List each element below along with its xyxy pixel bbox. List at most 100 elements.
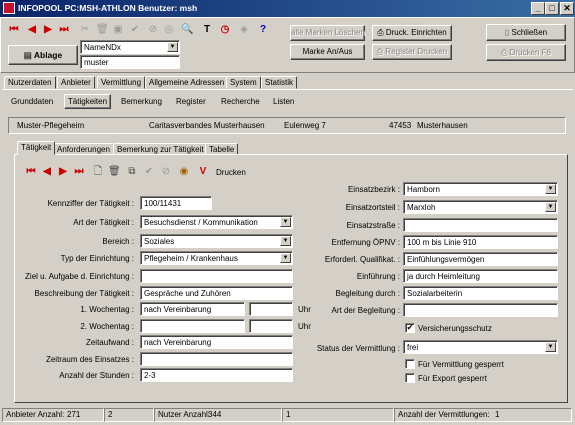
next-record-icon[interactable]: ▶ [57,166,69,178]
entfernung-field[interactable]: 100 m bis Linie 910 [403,235,558,249]
chevron-down-icon[interactable]: ▼ [280,236,291,246]
einsatzbezirk-combo[interactable]: Hamborn ▼ [403,182,558,196]
tab-allgemeine-adressen[interactable]: Allgemeine Adressen [145,76,229,89]
v-icon[interactable]: V [197,166,209,178]
kennziffer-field[interactable]: 100/11431 [140,196,212,210]
subtab-recherche[interactable]: Recherche [221,97,260,106]
drucken-f6-label: Drucken F6 [509,48,551,57]
first-record-icon[interactable]: ⏮ [8,24,20,36]
last-record-icon[interactable]: ⏭ [58,24,70,36]
address-org: Caritasverbandes Musterhausen [149,121,265,130]
typ-einrichtung-combo[interactable]: Pflegeheim / Krankenhaus ▼ [140,251,293,265]
paste-icon[interactable]: ▣ [112,24,124,36]
register-drucken-button[interactable]: ⎙ Register Drucken [372,44,452,60]
name-index-combo[interactable]: NameNDx ▼ [80,40,180,54]
zeitraum-field[interactable] [140,352,293,366]
subtab-taetigkeiten[interactable]: Tätigkeiten [64,94,111,109]
tab-taetigkeit[interactable]: Tätigkeit [17,141,56,155]
printer-icon: ⎙ [501,48,510,57]
search-input[interactable]: muster [80,55,180,69]
chevron-down-icon[interactable]: ▼ [545,202,556,212]
subtab-listen[interactable]: Listen [273,97,294,106]
first-record-icon[interactable]: ⏮ [25,166,37,178]
cut-icon[interactable]: ✂ [79,24,91,36]
cancel-icon[interactable]: ⊘ [160,166,172,178]
clock-icon[interactable]: ◷ [219,24,231,36]
ablage-button[interactable]: ▤ Ablage [8,45,78,65]
tab-nutzerdaten[interactable]: Nutzerdaten [4,76,56,89]
begleitung-durch-label: Begleitung durch : [335,289,401,298]
bereich-combo[interactable]: Soziales ▼ [140,234,293,248]
tab-anbieter[interactable]: Anbieter [57,76,95,89]
delete-icon[interactable]: 🗑 [108,166,121,178]
vermittlung-gesperrt-checkbox[interactable] [405,359,415,369]
minimize-button[interactable]: _ [531,2,545,15]
wochentag2-field[interactable] [140,319,245,333]
marke-an-aus-button[interactable]: Marke An/Aus [290,44,365,60]
check-icon[interactable]: ✔ [143,166,155,178]
stunden-field[interactable]: 2-3 [140,368,293,382]
export-gesperrt-checkbox[interactable] [405,373,415,383]
entfernung-label: Entfernung ÖPNV : [331,238,400,247]
drucken-f6-button[interactable]: ⎙ Drucken F6 [486,44,566,61]
target-icon[interactable]: ◎ [163,24,175,36]
address-bar: Muster-Pflegeheim Caritasverbandes Muste… [8,117,566,134]
zeitaufwand-field[interactable]: nach Vereinbarung [140,335,293,349]
drucken-label[interactable]: Drucken [216,168,246,177]
begleitung-durch-field[interactable]: Sozialarbeiterin [403,286,558,300]
qualifikation-field[interactable]: Einfühlungsvermögen [403,252,558,266]
chevron-down-icon[interactable]: ▼ [280,253,291,263]
wochentag2-uhr-label: Uhr [298,322,311,331]
text-icon[interactable]: T [201,24,213,36]
beschreibung-field[interactable]: Gespräche und Zuhören [140,286,293,300]
nutzer-count-label: Nutzer Anzahl: [158,410,211,419]
subtab-register[interactable]: Register [176,97,206,106]
check-icon[interactable]: ✔ [129,24,141,36]
window-title: INFOPOOL PC:MSH-ATHLON Benutzer: msh [18,3,198,13]
tab-statistik[interactable]: Statistik [261,76,298,89]
einsatzstrasse-field[interactable] [403,218,558,232]
wochentag1-field[interactable]: nach Vereinbarung [140,302,245,316]
export-gesperrt-label: Für Export gesperrt [418,374,487,383]
search-icon[interactable]: 🔍 [181,24,193,36]
last-record-icon[interactable]: ⏭ [73,166,85,178]
einsatzortsteil-combo[interactable]: Marxloh ▼ [403,200,558,214]
diamond-icon[interactable]: ◈ [238,24,250,36]
copy-icon[interactable]: ⧉ [126,166,138,178]
art-begleitung-field[interactable] [403,303,558,317]
einfuehrung-field[interactable]: ja durch Heimleitung [403,269,558,283]
bereich-label: Bereich : [102,237,134,246]
typ-einrichtung-value: Pflegeheim / Krankenhaus [144,254,238,263]
new-document-icon[interactable]: 🗋 [92,166,104,178]
tab-system[interactable]: System [226,76,261,89]
druck-einrichten-button[interactable]: ⎙ Druck. Einrichten [372,25,452,41]
anbieter-count-label: Anbieter Anzahl: [6,410,65,419]
address-name: Muster-Pflegeheim [17,121,85,130]
wochentag2-time-field[interactable] [249,319,293,333]
chevron-down-icon[interactable]: ▼ [167,42,178,52]
subtab-bemerkung[interactable]: Bemerkung [121,97,162,106]
ziel-label: Ziel u. Aufgabe d. Einrichtung : [25,272,134,281]
wochentag1-time-field[interactable] [249,302,293,316]
subtab-grunddaten[interactable]: Grunddaten [11,97,53,106]
cancel-icon[interactable]: ⊘ [147,24,159,36]
versicherungsschutz-checkbox[interactable]: ✔ [405,323,415,333]
prev-record-icon[interactable]: ◀ [41,166,53,178]
tab-vermittlung[interactable]: Vermittlung [97,76,146,89]
ziel-field[interactable] [140,269,293,283]
alle-marken-loeschen-button[interactable]: alle Marken Löschen [290,25,365,41]
schliessen-button[interactable]: ▯ Schließen [486,24,566,41]
chevron-down-icon[interactable]: ▼ [280,217,291,227]
close-button[interactable]: ✕ [560,2,574,15]
help-icon[interactable]: ? [257,24,269,36]
status-vermittlung-combo[interactable]: frei ▼ [403,340,558,354]
target-icon[interactable]: ◉ [178,166,190,178]
maximize-button[interactable]: □ [545,2,559,15]
delete-icon[interactable]: 🗑 [96,24,109,36]
prev-record-icon[interactable]: ◀ [26,24,38,36]
next-record-icon[interactable]: ▶ [42,24,54,36]
art-taetigkeit-combo[interactable]: Besuchsdienst / Kommunikation ▼ [140,215,293,229]
chevron-down-icon[interactable]: ▼ [545,342,556,352]
chevron-down-icon[interactable]: ▼ [545,184,556,194]
printer-icon: ⎙ [377,28,386,37]
